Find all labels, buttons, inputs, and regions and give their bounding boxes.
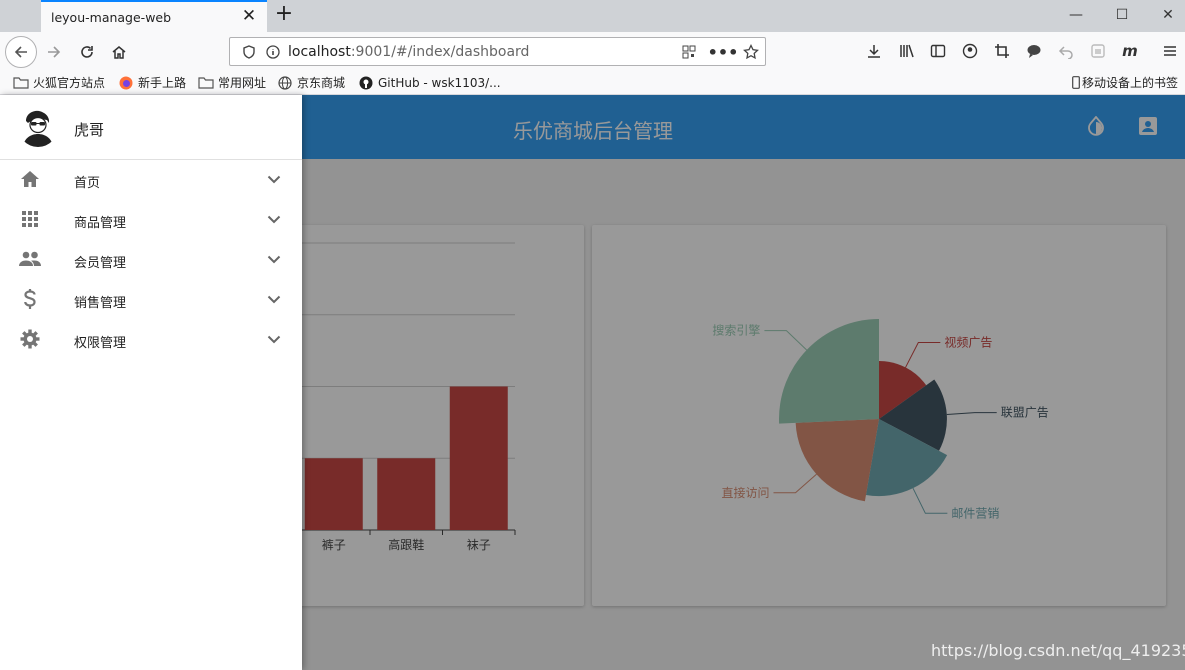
apps-icon (19, 208, 41, 230)
navigation-bar: localhost:9001/#/index/dashboard ••• m (0, 32, 1185, 70)
tab-bar: leyou-manage-web ✕ + — ☐ ✕ (0, 0, 1185, 32)
reload-icon[interactable] (74, 39, 100, 65)
navigation-drawer: 虎哥 首页 商品管理 会员管理 销售管理 权限管理 (0, 95, 302, 670)
gear-icon (19, 328, 41, 350)
menu-item-label: 权限管理 (74, 336, 127, 351)
extension-box-icon[interactable] (1088, 41, 1108, 61)
chat-bubble-icon[interactable] (1024, 41, 1044, 61)
menu-item-sales[interactable]: 销售管理 (0, 280, 302, 320)
download-icon[interactable] (864, 41, 884, 61)
drawer-user-header: 虎哥 (0, 95, 302, 160)
window-close-icon[interactable]: ✕ (1153, 4, 1183, 26)
url-path: :9001/#/index/dashboard (350, 44, 530, 60)
home-page-icon[interactable] (106, 39, 132, 65)
bookmark-label: 京东商城 (297, 76, 346, 90)
site-info-icon[interactable] (260, 39, 286, 65)
avatar[interactable] (18, 107, 58, 147)
bookmark-item[interactable]: 火狐官方站点 (13, 74, 105, 91)
sidebar-toggle-icon[interactable] (928, 41, 948, 61)
menu-item-products[interactable]: 商品管理 (0, 200, 302, 240)
mobile-bookmarks[interactable]: 移动设备上的书签 (1071, 74, 1178, 91)
browser-tab[interactable]: leyou-manage-web ✕ (41, 0, 267, 32)
chevron-down-icon[interactable] (264, 169, 284, 189)
tab-close-icon[interactable]: ✕ (239, 6, 259, 26)
menu-item-permissions[interactable]: 权限管理 (0, 320, 302, 360)
bookmark-star-icon[interactable] (738, 39, 764, 65)
bookmarks-bar: 火狐官方站点 新手上路 常用网址 京东商城 GitHub - wsk1103/.… (0, 70, 1185, 95)
forward-icon[interactable] (41, 39, 67, 65)
library-icon[interactable] (897, 41, 917, 61)
people-icon (19, 248, 41, 270)
chevron-down-icon[interactable] (264, 249, 284, 269)
url-host: localhost (288, 44, 351, 60)
watermark-text: https://blog.csdn.net/qq_41923555 (931, 641, 1185, 660)
mobile-device-icon (1071, 76, 1080, 90)
bookmark-label: GitHub - wsk1103/... (378, 75, 501, 90)
menu-item-label: 会员管理 (74, 256, 127, 271)
dollar-icon (19, 288, 41, 310)
menu-hamburger-icon[interactable] (1160, 41, 1180, 61)
chevron-down-icon[interactable] (264, 329, 284, 349)
bookmark-item[interactable]: 京东商城 (277, 74, 345, 91)
globe-icon (277, 75, 293, 90)
maximize-icon[interactable]: ☐ (1107, 4, 1137, 26)
bookmark-label: 常用网址 (218, 76, 267, 90)
m-extension-icon[interactable]: m (1120, 41, 1140, 61)
bookmark-item[interactable]: GitHub - wsk1103/... (358, 74, 501, 91)
url-text: localhost:9001/#/index/dashboard (288, 44, 529, 60)
menu-item-label: 销售管理 (74, 296, 127, 311)
bookmark-item[interactable]: 新手上路 (118, 74, 186, 91)
chevron-down-icon[interactable] (264, 209, 284, 229)
screenshot-crop-icon[interactable] (992, 41, 1012, 61)
bookmark-item[interactable]: 常用网址 (198, 74, 266, 91)
menu-item-label: 首页 (74, 176, 101, 191)
page-actions-icon[interactable]: ••• (708, 39, 739, 65)
account-icon[interactable] (960, 41, 980, 61)
undo-icon[interactable] (1056, 41, 1076, 61)
tab-title: leyou-manage-web (51, 10, 172, 25)
qr-code-icon[interactable] (676, 39, 702, 65)
back-arrow-icon (14, 46, 27, 58)
bookmark-label: 火狐官方站点 (33, 76, 106, 90)
github-icon (358, 76, 374, 90)
minimize-icon[interactable]: — (1061, 4, 1091, 26)
mobile-bookmarks-label: 移动设备上的书签 (1082, 76, 1179, 90)
home-icon (19, 168, 41, 190)
url-bar[interactable]: localhost:9001/#/index/dashboard ••• (229, 37, 766, 66)
menu-item-home[interactable]: 首页 (0, 160, 302, 200)
bookmark-label: 新手上路 (138, 76, 187, 90)
menu-item-members[interactable]: 会员管理 (0, 240, 302, 280)
chevron-down-icon[interactable] (264, 289, 284, 309)
tracking-shield-icon[interactable] (236, 39, 262, 65)
back-button[interactable] (5, 36, 37, 68)
folder-icon (13, 76, 29, 90)
menu-item-label: 商品管理 (74, 216, 127, 231)
new-tab-icon[interactable]: + (272, 3, 296, 27)
firefox-icon (118, 76, 134, 90)
user-name: 虎哥 (74, 121, 105, 139)
folder-icon (198, 76, 214, 90)
